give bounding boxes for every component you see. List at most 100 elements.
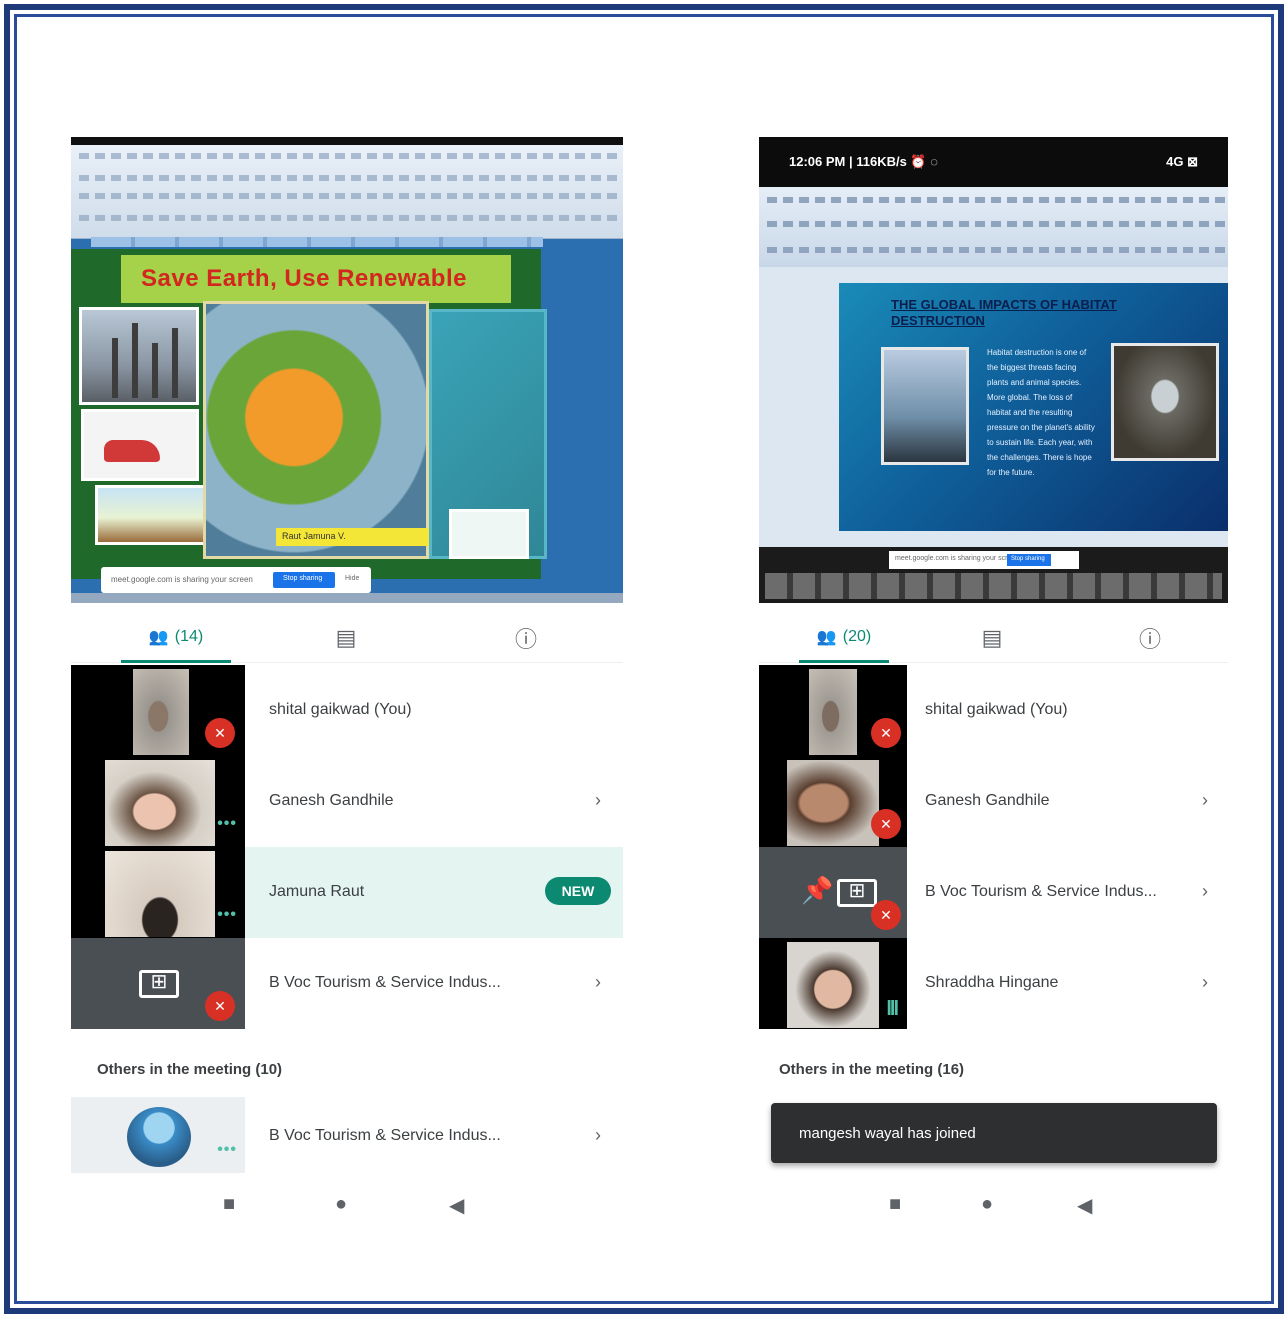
participant-row[interactable]: ⊞ ✕ B Voc Tourism & Service Indus... ›	[71, 938, 623, 1029]
slide: Save Earth, Use Renewable Raut Jamuna V.	[71, 249, 547, 579]
audio-level-icon: lll	[886, 998, 899, 1020]
chimney	[152, 343, 158, 398]
ribbon-row	[79, 193, 623, 199]
ribbon-row	[767, 221, 1228, 227]
toast-text: mangesh wayal has joined	[799, 1125, 976, 1142]
more-dots-icon: •••	[217, 815, 237, 832]
factory-image	[79, 307, 199, 405]
participant-video: ✕	[759, 665, 907, 756]
participant-name: B Voc Tourism & Service Indus...	[269, 1127, 501, 1144]
slide-body: Habitat destruction is one of the bigges…	[987, 348, 1095, 477]
video-feed	[787, 760, 879, 846]
people-count: (20)	[842, 627, 872, 645]
participant-name: Jamuna Raut	[269, 883, 365, 900]
avatar	[127, 1107, 191, 1167]
video-feed	[787, 942, 879, 1028]
people-icon: 👥	[816, 628, 837, 646]
mic-off-icon: ✕	[871, 718, 901, 748]
stop-sharing-label: Stop sharing	[1011, 556, 1045, 562]
recents-icon[interactable]: ■	[223, 1193, 235, 1216]
screen-share-bar: meet.google.com is sharing your screen S…	[889, 551, 1079, 569]
mic-off-icon: ✕	[205, 718, 235, 748]
car-body	[104, 440, 160, 462]
stop-sharing-label: Stop sharing	[283, 575, 323, 582]
more-dots-icon: •••	[217, 906, 237, 923]
participant-row[interactable]: ✕ shital gaikwad (You)	[71, 665, 623, 756]
participant-name: shital gaikwad (You)	[269, 701, 412, 718]
office-ribbon	[71, 145, 623, 239]
participant-video: 📌 ⊞ ✕	[759, 847, 907, 938]
home-icon[interactable]: ●	[335, 1193, 347, 1216]
tab-info[interactable]: ⓘ	[501, 613, 551, 663]
taskbar-thumbnails	[765, 573, 1222, 599]
participant-row[interactable]: ✕ shital gaikwad (You)	[759, 665, 1228, 756]
bulb-image	[449, 509, 529, 559]
slide-title: Save Earth, Use Renewable	[141, 265, 467, 292]
participant-row[interactable]: lll Shraddha Hingane ›	[759, 938, 1228, 1029]
chimney	[172, 328, 178, 398]
participant-video: •••	[71, 756, 245, 847]
stop-sharing-button[interactable]: Stop sharing	[273, 572, 335, 588]
recents-icon[interactable]: ■	[889, 1193, 901, 1216]
left-phone-screenshot: Save Earth, Use Renewable Raut Jamuna V.…	[71, 137, 623, 1227]
meeting-tabs: 👥 (20) ▤ ⓘ	[759, 613, 1228, 663]
slide: THE GLOBAL IMPACTS OF HABITAT DESTRUCTIO…	[839, 283, 1228, 531]
chat-icon: ▤	[981, 625, 1003, 650]
glacier-image	[881, 347, 969, 465]
right-phone-screenshot: 12:06 PM | 116KB/s ⏰ ◌ 4G ⊠ THE GLOBAL I…	[759, 137, 1228, 1227]
others-heading: Others in the meeting (10)	[97, 1061, 283, 1078]
present-screen-icon: ⊞	[139, 970, 179, 998]
home-icon[interactable]: ●	[981, 1193, 993, 1216]
chimney	[132, 323, 138, 398]
back-icon[interactable]: ◀	[449, 1193, 464, 1218]
tab-people[interactable]: 👥 (14)	[121, 613, 231, 663]
participant-video: ⊞ ✕	[71, 938, 245, 1029]
car-image	[81, 409, 199, 481]
people-count: (14)	[174, 627, 204, 645]
dry-land-image	[1111, 343, 1219, 461]
chevron-right-icon: ›	[1202, 790, 1208, 810]
participant-row[interactable]: ••• Jamuna Raut NEW	[71, 847, 623, 938]
share-bar-text: meet.google.com is sharing your screen	[111, 575, 253, 584]
chevron-right-icon: ›	[595, 790, 601, 810]
others-heading: Others in the meeting (16)	[779, 1061, 965, 1078]
participant-row[interactable]: 📌 ⊞ ✕ B Voc Tourism & Service Indus... ›	[759, 847, 1228, 938]
video-feed	[105, 760, 215, 846]
participant-video: ✕	[759, 756, 907, 847]
chevron-right-icon: ›	[595, 1125, 601, 1145]
back-icon[interactable]: ◀	[1077, 1193, 1092, 1218]
participant-row[interactable]: ••• Ganesh Gandhile ›	[71, 756, 623, 847]
participant-video: •••	[71, 847, 245, 938]
participant-name: B Voc Tourism & Service Indus...	[925, 883, 1157, 900]
participant-name: Ganesh Gandhile	[925, 792, 1050, 809]
android-nav-bar: ■ ● ◀	[759, 1183, 1228, 1227]
tab-chat[interactable]: ▤	[967, 613, 1017, 663]
status-signal: 4G ⊠	[1166, 154, 1198, 169]
chat-icon: ▤	[335, 625, 357, 650]
slide-area: THE GLOBAL IMPACTS OF HABITAT DESTRUCTIO…	[759, 267, 1228, 547]
ribbon-row	[79, 153, 623, 159]
hide-link[interactable]: Hide	[345, 575, 359, 582]
office-ribbon	[759, 187, 1228, 267]
slide-thumbnails	[91, 237, 543, 247]
participant-row[interactable]: ✕ Ganesh Gandhile ›	[759, 756, 1228, 847]
more-dots-icon: •••	[217, 1141, 237, 1158]
pin-icon[interactable]: 📌	[801, 875, 833, 906]
tab-info[interactable]: ⓘ	[1125, 613, 1175, 663]
new-badge: NEW	[545, 877, 611, 905]
mic-off-icon: ✕	[871, 809, 901, 839]
tab-people[interactable]: 👥 (20)	[799, 613, 889, 663]
participant-name: B Voc Tourism & Service Indus...	[269, 974, 501, 991]
painting-image: Raut Jamuna V.	[203, 301, 466, 559]
join-toast: mangesh wayal has joined	[771, 1103, 1217, 1163]
others-row[interactable]: ••• B Voc Tourism & Service Indus... ›	[71, 1097, 623, 1173]
tab-chat[interactable]: ▤	[321, 613, 371, 663]
stop-sharing-button[interactable]: Stop sharing	[1007, 554, 1051, 566]
mic-off-icon: ✕	[871, 900, 901, 930]
ribbon-row	[767, 197, 1228, 203]
presentation-view: Save Earth, Use Renewable Raut Jamuna V.…	[71, 137, 623, 603]
meeting-tabs: 👥 (14) ▤ ⓘ	[71, 613, 623, 663]
video-feed	[133, 669, 189, 755]
participant-name: Shraddha Hingane	[925, 974, 1059, 991]
video-feed	[809, 669, 857, 755]
